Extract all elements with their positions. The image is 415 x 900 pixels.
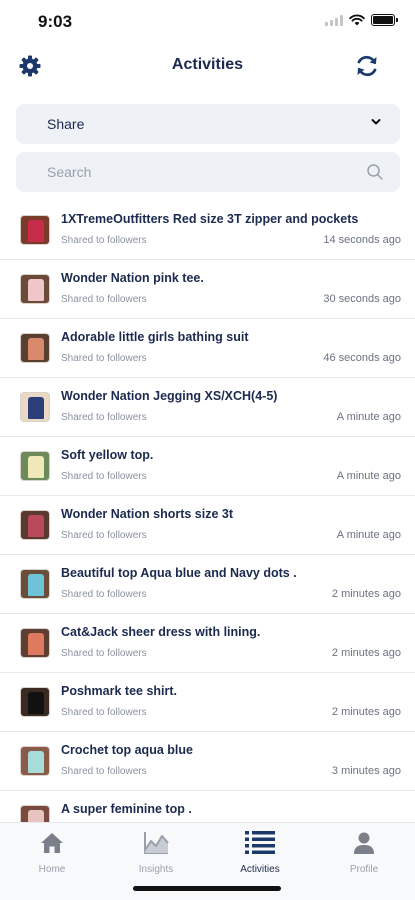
activity-item[interactable]: Wonder Nation Jegging XS/XCH(4-5) Shared… (0, 378, 415, 437)
listing-thumbnail (20, 451, 50, 481)
activity-subtitle: Shared to followers (61, 766, 147, 777)
search-box (16, 152, 400, 192)
tab-insights-label: Insights (138, 864, 174, 875)
activity-time: A minute ago (336, 470, 401, 482)
activity-title: Soft yellow top. (61, 448, 154, 462)
activity-item[interactable]: Wonder Nation shorts size 3t Shared to f… (0, 496, 415, 555)
list-icon (245, 831, 275, 854)
share-filter-value: Share (47, 116, 85, 132)
tab-profile-label: Profile (349, 864, 379, 875)
chevron-down-icon (371, 119, 381, 125)
cellular-signal-icon (325, 14, 343, 26)
activity-time: 46 seconds ago (323, 352, 401, 364)
home-indicator (133, 886, 281, 891)
refresh-icon (357, 55, 377, 77)
activity-subtitle: Shared to followers (61, 412, 147, 423)
activity-title: A super feminine top . (61, 802, 192, 816)
status-icons (325, 14, 398, 26)
activity-item[interactable]: Soft yellow top. Shared to followers A m… (0, 437, 415, 496)
chart-icon (144, 832, 169, 854)
tab-home-label: Home (38, 864, 66, 875)
app-header: Activities (0, 44, 415, 88)
listing-thumbnail (20, 333, 50, 363)
activity-subtitle: Shared to followers (61, 294, 147, 305)
activity-title: Beautiful top Aqua blue and Navy dots . (61, 566, 297, 580)
activity-subtitle: Shared to followers (61, 648, 147, 659)
listing-thumbnail (20, 628, 50, 658)
activity-item[interactable]: A super feminine top . Shared to followe… (0, 791, 415, 822)
activity-title: Adorable little girls bathing suit (61, 330, 249, 344)
battery-icon (371, 14, 398, 26)
activity-time: 2 minutes ago (331, 706, 401, 718)
refresh-button[interactable] (353, 52, 381, 80)
listing-thumbnail (20, 510, 50, 540)
activity-item[interactable]: Crochet top aqua blue Shared to follower… (0, 732, 415, 791)
activity-time: 2 minutes ago (331, 588, 401, 600)
listing-thumbnail (20, 392, 50, 422)
activity-title: 1XTremeOutfitters Red size 3T zipper and… (61, 212, 359, 226)
activity-item[interactable]: Poshmark tee shirt. Shared to followers … (0, 673, 415, 732)
activity-title: Wonder Nation pink tee. (61, 271, 204, 285)
activity-time: A minute ago (336, 529, 401, 541)
activity-item[interactable]: Beautiful top Aqua blue and Navy dots . … (0, 555, 415, 614)
activity-item[interactable]: Wonder Nation pink tee. Shared to follow… (0, 260, 415, 319)
activity-title: Wonder Nation shorts size 3t (61, 507, 234, 521)
share-filter-dropdown[interactable]: Share (16, 104, 400, 144)
activity-time: 3 minutes ago (331, 765, 401, 777)
activity-item[interactable]: 1XTremeOutfitters Red size 3T zipper and… (0, 201, 415, 260)
listing-thumbnail (20, 569, 50, 599)
activity-subtitle: Shared to followers (61, 707, 147, 718)
activity-subtitle: Shared to followers (61, 530, 147, 541)
activity-subtitle: Shared to followers (61, 353, 147, 364)
listing-thumbnail (20, 274, 50, 304)
wifi-icon (349, 14, 365, 26)
user-icon (354, 832, 374, 854)
activity-subtitle: Shared to followers (61, 589, 147, 600)
listing-thumbnail (20, 805, 50, 822)
activity-item[interactable]: Adorable little girls bathing suit Share… (0, 319, 415, 378)
activity-time: 2 minutes ago (331, 647, 401, 659)
tab-home[interactable]: Home (0, 829, 104, 877)
search-icon[interactable] (366, 163, 384, 181)
tab-insights[interactable]: Insights (104, 829, 208, 877)
bottom-tab-bar: Home Insights Activities Profile (0, 822, 415, 900)
listing-thumbnail (20, 746, 50, 776)
activity-subtitle: Shared to followers (61, 235, 147, 246)
status-bar: 9:03 (0, 0, 415, 44)
listing-thumbnail (20, 215, 50, 245)
activity-title: Poshmark tee shirt. (61, 684, 178, 698)
activity-item[interactable]: Cat&Jack sheer dress with lining. Shared… (0, 614, 415, 673)
activity-list: 1XTremeOutfitters Red size 3T zipper and… (0, 201, 415, 822)
activity-title: Crochet top aqua blue (61, 743, 193, 757)
listing-thumbnail (20, 687, 50, 717)
tab-activities[interactable]: Activities (208, 829, 312, 877)
activity-title: Wonder Nation Jegging XS/XCH(4-5) (61, 389, 278, 403)
search-input[interactable] (47, 162, 347, 182)
tab-profile[interactable]: Profile (312, 829, 415, 877)
status-time: 9:03 (38, 12, 73, 31)
activity-title: Cat&Jack sheer dress with lining. (61, 625, 261, 639)
activity-subtitle: Shared to followers (61, 471, 147, 482)
activity-time: 30 seconds ago (323, 293, 401, 305)
activity-time: A minute ago (336, 411, 401, 423)
home-icon (41, 833, 63, 853)
activity-time: 14 seconds ago (323, 234, 401, 246)
tab-activities-label: Activities (240, 864, 280, 875)
